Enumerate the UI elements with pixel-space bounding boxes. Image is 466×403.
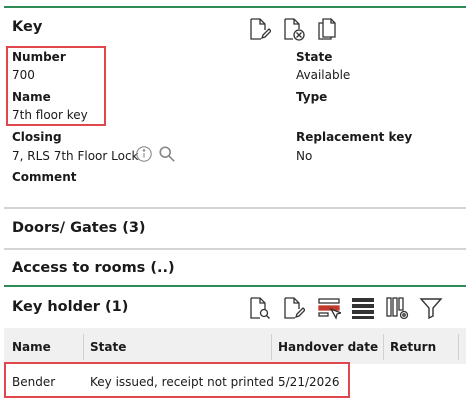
replacement-key-label: Replacement key [296,130,413,144]
closing-value[interactable]: 7, RLS 7th Floor Lock [12,149,139,163]
key-section-title: Key [12,19,43,35]
key-holder-row-highlight [4,362,350,398]
column-separator[interactable] [271,334,272,360]
state-label: State [296,50,333,64]
column-header-name[interactable]: Name [12,340,51,354]
replacement-key-value: No [296,149,313,163]
divider-doors [4,207,466,209]
name-label: Name [12,90,51,104]
column-settings-icon[interactable] [384,295,410,321]
column-separator[interactable] [383,334,384,360]
info-icon[interactable] [134,144,154,164]
edit-document-icon[interactable] [246,16,272,42]
state-value: Available [296,68,351,82]
key-holder-section-title: Key holder (1) [12,299,129,315]
column-separator[interactable] [83,334,84,360]
column-header-handover-date[interactable]: Handover date [278,340,378,354]
delete-document-icon[interactable] [280,16,306,42]
select-column-icon[interactable] [316,295,342,321]
edit-document-icon[interactable] [280,295,306,321]
filter-icon[interactable] [418,295,444,321]
column-header-return[interactable]: Return [390,340,436,354]
copy-document-icon[interactable] [314,16,340,42]
closing-label: Closing [12,130,62,144]
doors-section-title[interactable]: Doors/ Gates (3) [12,220,146,236]
type-label: Type [296,90,328,104]
column-separator[interactable] [458,334,459,360]
number-label: Number [12,50,66,64]
number-value: 700 [12,68,35,82]
column-header-state[interactable]: State [90,340,126,354]
list-view-icon[interactable] [350,295,376,321]
divider-access [4,248,466,250]
section-divider-keyholder [4,285,466,287]
search-icon[interactable] [157,144,177,164]
access-section-title[interactable]: Access to rooms (..) [12,260,175,276]
comment-label: Comment [12,170,77,184]
name-value: 7th floor key [12,108,88,122]
view-document-icon[interactable] [246,295,272,321]
key-holder-table-header: Name State Handover date Return [4,328,466,364]
section-divider-top [4,6,466,8]
